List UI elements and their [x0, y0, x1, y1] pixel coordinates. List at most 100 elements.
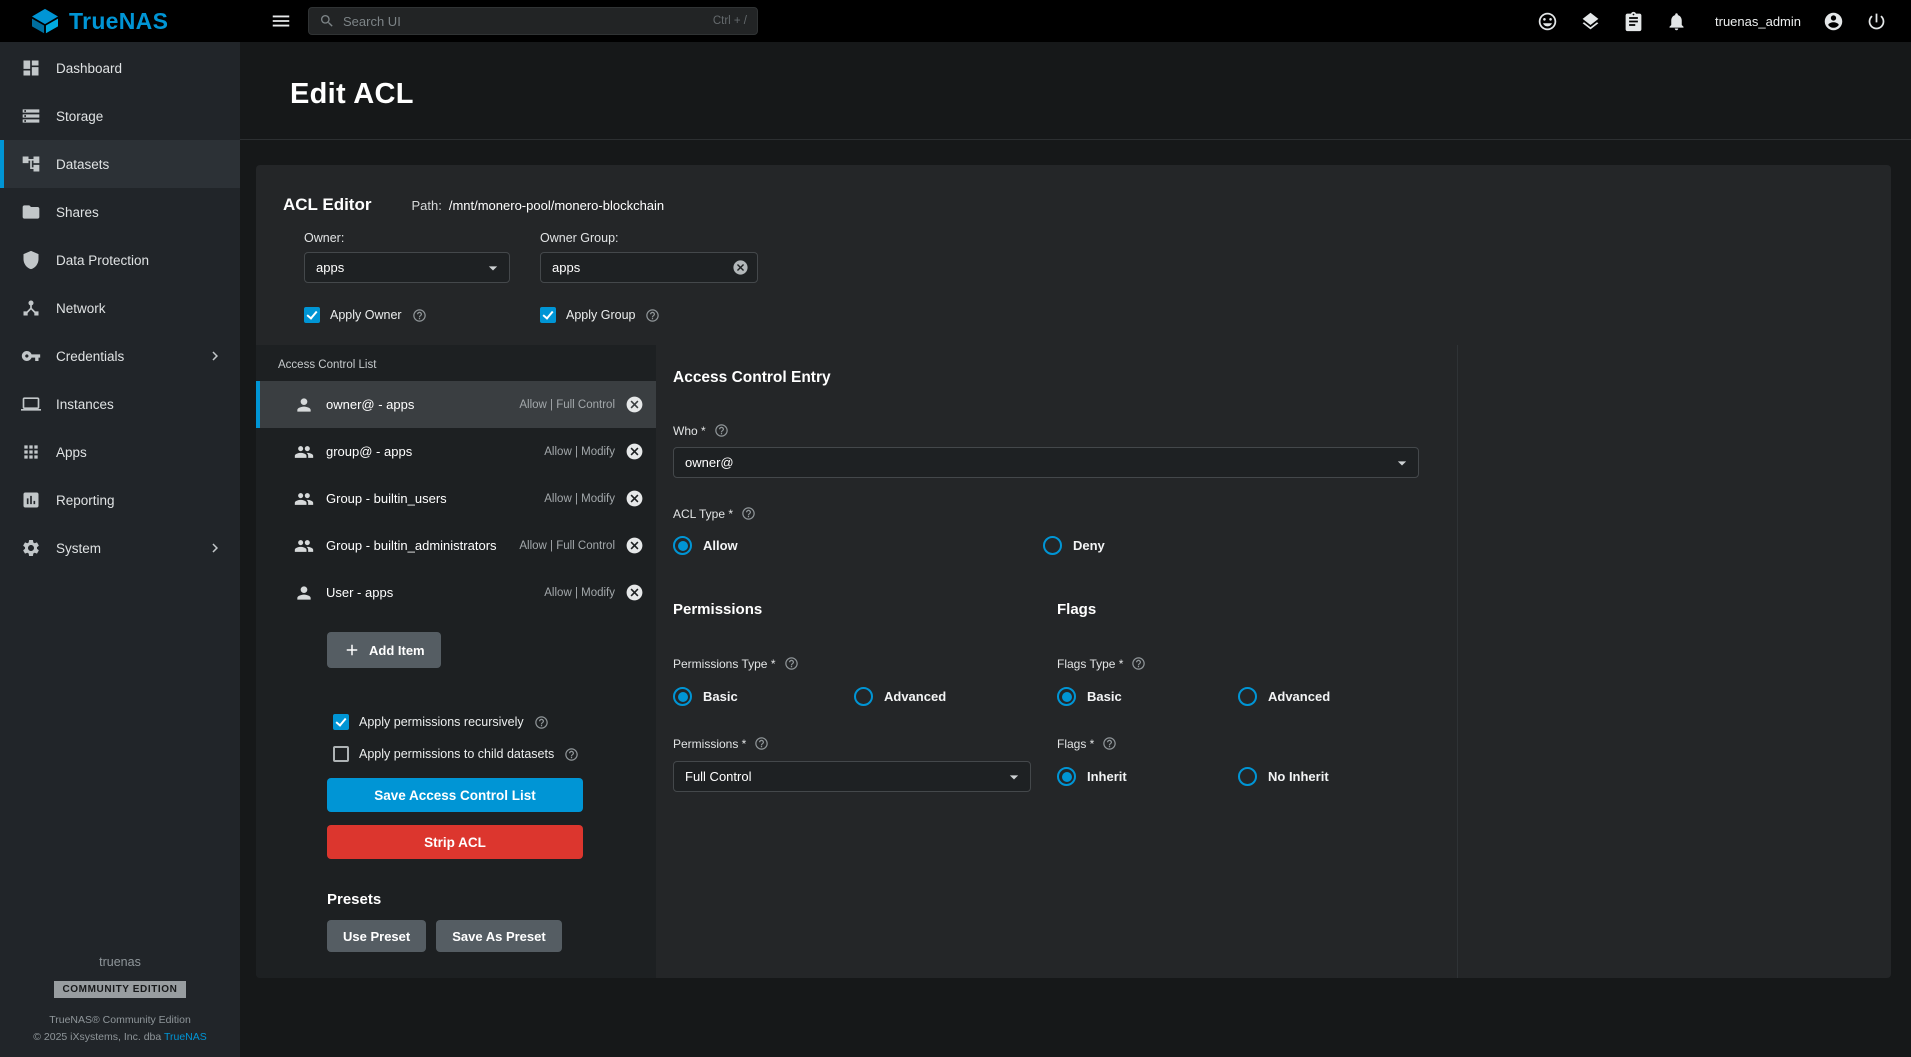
sidebar-item-credentials[interactable]: Credentials — [0, 332, 240, 380]
save-acl-button[interactable]: Save Access Control List — [327, 778, 583, 812]
sidebar-item-apps[interactable]: Apps — [0, 428, 240, 476]
search-bar[interactable]: Ctrl + / — [308, 7, 758, 35]
flags-inherit-radio[interactable]: Inherit — [1057, 767, 1238, 786]
help-icon[interactable] — [784, 656, 799, 671]
radio-circle — [1238, 687, 1257, 706]
help-icon[interactable] — [1131, 656, 1146, 671]
acl-editor-heading: ACL Editor — [283, 195, 371, 215]
acl-type-allow-radio[interactable]: Allow — [673, 536, 1043, 555]
radio-label: Inherit — [1087, 769, 1127, 784]
dataset-path: Path: /mnt/monero-pool/monero-blockchain — [411, 198, 664, 213]
search-input[interactable] — [343, 14, 705, 29]
computer-icon — [21, 394, 41, 414]
apply-to-child-datasets-checkbox[interactable] — [333, 746, 349, 762]
apply-group-checkbox[interactable] — [540, 307, 556, 323]
help-icon[interactable] — [645, 308, 660, 323]
acl-entry-who: owner@ - apps — [326, 397, 519, 412]
acl-entry-row[interactable]: owner@ - apps Allow | Full Control — [256, 381, 656, 428]
sidebar-item-reporting[interactable]: Reporting — [0, 476, 240, 524]
strip-acl-button[interactable]: Strip ACL — [327, 825, 583, 859]
network-icon — [21, 298, 41, 318]
tasks-clipboard-icon[interactable] — [1623, 11, 1644, 32]
permissions-select-value: Full Control — [685, 769, 751, 784]
permissions-select[interactable]: Full Control — [673, 761, 1031, 792]
add-item-button[interactable]: Add Item — [327, 632, 441, 668]
help-icon[interactable] — [412, 308, 427, 323]
sidebar-item-shares[interactable]: Shares — [0, 188, 240, 236]
sidebar-item-data-protection[interactable]: Data Protection — [0, 236, 240, 284]
help-icon[interactable] — [754, 736, 769, 751]
account-circle-icon[interactable] — [1823, 11, 1844, 32]
acl-list-heading: Access Control List — [278, 359, 656, 371]
apply-owner-label: Apply Owner — [330, 308, 402, 322]
acl-entry-row[interactable]: Group - builtin_administrators Allow | F… — [256, 522, 656, 569]
key-icon — [21, 346, 41, 366]
owner-group-input[interactable] — [552, 260, 732, 275]
save-as-preset-button[interactable]: Save As Preset — [436, 920, 561, 952]
help-icon[interactable] — [741, 506, 756, 521]
preset-buttons: Use Preset Save As Preset — [327, 920, 583, 952]
power-icon[interactable] — [1866, 11, 1887, 32]
who-field: Who * owner@ — [673, 423, 1419, 478]
sidebar-item-label: Shares — [56, 205, 99, 220]
remove-entry-icon[interactable] — [625, 395, 644, 414]
menu-toggle-button[interactable] — [270, 10, 292, 32]
notifications-bell-icon[interactable] — [1666, 11, 1687, 32]
sidebar-item-datasets[interactable]: Datasets — [0, 140, 240, 188]
acl-entry-who: Group - builtin_administrators — [326, 538, 519, 553]
sidebar-item-label: Storage — [56, 109, 103, 124]
sidebar-item-dashboard[interactable]: Dashboard — [0, 44, 240, 92]
logged-in-username[interactable]: truenas_admin — [1715, 14, 1801, 29]
acl-entry-row[interactable]: group@ - apps Allow | Modify — [256, 428, 656, 475]
flags-type-basic-radio[interactable]: Basic — [1057, 687, 1238, 706]
remove-entry-icon[interactable] — [625, 583, 644, 602]
help-icon[interactable] — [1102, 736, 1117, 751]
chevron-right-icon — [206, 347, 224, 365]
acl-entry-row[interactable]: Group - builtin_users Allow | Modify — [256, 475, 656, 522]
clear-input-icon[interactable] — [732, 259, 749, 276]
chevron-right-icon — [206, 539, 224, 557]
flags-no-inherit-radio[interactable]: No Inherit — [1238, 767, 1329, 786]
truenas-logo[interactable]: TrueNAS — [0, 8, 240, 35]
path-label: Path: — [411, 198, 441, 213]
apply-group-label: Apply Group — [566, 308, 635, 322]
remove-entry-icon[interactable] — [625, 536, 644, 555]
jobs-layers-icon[interactable] — [1580, 11, 1601, 32]
permissions-type-basic-radio[interactable]: Basic — [673, 687, 854, 706]
acl-type-deny-radio[interactable]: Deny — [1043, 536, 1105, 555]
apply-to-child-datasets-label: Apply permissions to child datasets — [359, 747, 554, 761]
acl-entry-permission: Allow | Full Control — [519, 540, 615, 552]
apply-owner-checkbox[interactable] — [304, 307, 320, 323]
owner-select[interactable]: apps — [304, 252, 510, 283]
owner-group-label: Owner Group: — [540, 231, 758, 245]
help-icon[interactable] — [534, 715, 549, 730]
remove-entry-icon[interactable] — [625, 489, 644, 508]
search-shortcut-hint: Ctrl + / — [713, 15, 747, 27]
recursive-row: Apply permissions recursively — [333, 714, 583, 730]
acl-panels: Access Control List owner@ - apps Allow … — [256, 345, 1891, 978]
radio-circle — [1043, 536, 1062, 555]
acl-entry-who: Group - builtin_users — [326, 491, 544, 506]
sidebar-item-storage[interactable]: Storage — [0, 92, 240, 140]
chevron-down-icon — [1004, 767, 1024, 787]
who-select[interactable]: owner@ — [673, 447, 1419, 478]
feedback-icon[interactable] — [1537, 11, 1558, 32]
owner-field: Owner: apps — [304, 231, 510, 283]
sidebar-item-instances[interactable]: Instances — [0, 380, 240, 428]
copyright-link[interactable]: TrueNAS — [164, 1031, 207, 1043]
truenas-logo-text: TrueNAS — [69, 8, 168, 35]
radio-label: Advanced — [884, 689, 946, 704]
acl-entry-row[interactable]: User - apps Allow | Modify — [256, 569, 656, 616]
owner-row: Owner: apps Owner Group: — [304, 231, 1891, 283]
flags-type-advanced-radio[interactable]: Advanced — [1238, 687, 1330, 706]
apply-recursively-checkbox[interactable] — [333, 714, 349, 730]
use-preset-button[interactable]: Use Preset — [327, 920, 426, 952]
sidebar-item-label: Dashboard — [56, 61, 122, 76]
sidebar-item-system[interactable]: System — [0, 524, 240, 572]
sidebar-item-network[interactable]: Network — [0, 284, 240, 332]
truenas-logo-icon — [30, 8, 60, 34]
help-icon[interactable] — [564, 747, 579, 762]
remove-entry-icon[interactable] — [625, 442, 644, 461]
help-icon[interactable] — [714, 423, 729, 438]
permissions-type-advanced-radio[interactable]: Advanced — [854, 687, 946, 706]
